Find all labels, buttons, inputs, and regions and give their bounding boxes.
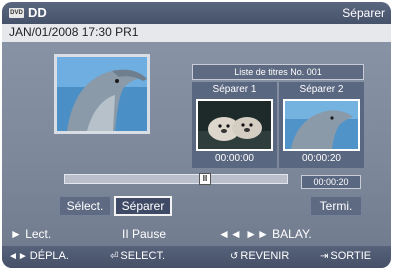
info-bar: JAN/01/2008 17:30 PR1 xyxy=(2,24,391,42)
playback-timeline[interactable]: II xyxy=(64,173,288,185)
split-panel-time: 00:00:20 xyxy=(302,153,341,164)
osd-screen: DVD DD Séparer JAN/01/2008 17:30 PR1 Lis… xyxy=(2,2,391,268)
split-panel-thumbnail xyxy=(283,99,360,151)
return-icon: ↺ xyxy=(230,251,239,262)
exit-label: SORTIE xyxy=(330,250,372,262)
disc-title: DD xyxy=(28,5,47,20)
title-list-heading: Liste de titres No. 001 xyxy=(192,64,364,80)
split-panel-time: 00:00:00 xyxy=(215,153,254,164)
navigation-bar: ◄► DÉPLA. ⏎ SELECT. ↺ REVENIR ⇥ SORTIE xyxy=(2,246,391,268)
select-label: SELECT. xyxy=(120,250,166,262)
split-panel-thumbnail xyxy=(196,99,273,151)
otters-image xyxy=(198,101,271,149)
dvd-disc-icon: DVD xyxy=(9,8,24,18)
playback-help-row: ► Lect. II Pause ◄◄ ►► BALAY. xyxy=(2,227,391,243)
split-panel-1[interactable]: Séparer 1 00:00:00 xyxy=(192,82,277,168)
split-button[interactable]: Séparer xyxy=(114,196,172,216)
split-panel-label: Séparer 1 xyxy=(212,84,257,95)
move-hint: ◄► DÉPLA. xyxy=(8,250,69,262)
enter-icon: ⏎ xyxy=(110,251,119,262)
select-button[interactable]: Sélect. xyxy=(59,196,111,216)
exit-icon: ⇥ xyxy=(320,251,329,262)
screen-frame: DVD DD Séparer JAN/01/2008 17:30 PR1 Lis… xyxy=(0,0,393,270)
scan-help: ◄◄ ►► BALAY. xyxy=(218,227,312,241)
dolphin-image xyxy=(57,57,147,131)
left-right-arrows-icon: ◄► xyxy=(8,251,28,262)
dolphin-image xyxy=(285,101,358,149)
main-preview-thumbnail xyxy=(54,54,150,134)
current-time-display: 00:00:20 xyxy=(301,175,361,189)
split-panel-2[interactable]: Séparer 2 00:00:20 xyxy=(279,82,364,168)
finish-button[interactable]: Termi. xyxy=(310,196,362,216)
select-hint: ⏎ SELECT. xyxy=(110,250,165,262)
return-hint: ↺ REVENIR xyxy=(230,250,289,262)
play-help: ► Lect. xyxy=(10,227,52,241)
return-label: REVENIR xyxy=(240,250,290,262)
pause-icon[interactable]: II xyxy=(199,173,211,185)
split-panel-label: Séparer 2 xyxy=(299,84,344,95)
pause-help: II Pause xyxy=(122,227,167,241)
move-label: DÉPLA. xyxy=(29,250,69,262)
recording-datetime: JAN/01/2008 17:30 PR1 xyxy=(9,25,139,39)
exit-hint: ⇥ SORTIE xyxy=(320,250,371,262)
title-bar: DVD DD Séparer xyxy=(2,2,391,24)
mode-label: Séparer xyxy=(342,6,385,20)
